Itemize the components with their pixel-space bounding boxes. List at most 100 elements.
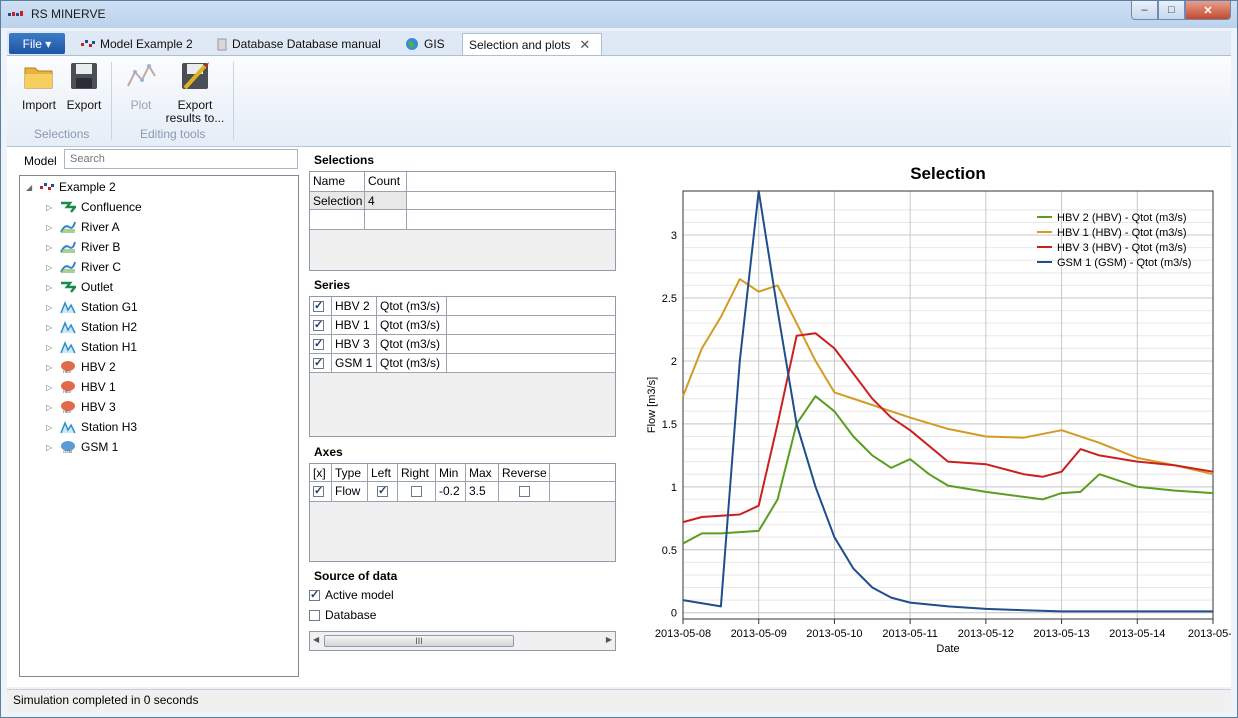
axes-left-cell[interactable] [368, 482, 398, 502]
series-variable-cell[interactable]: Qtot (m3/s) [377, 354, 447, 373]
scroll-thumb[interactable]: III [324, 635, 514, 647]
collapsed-arrow-icon[interactable]: ▷ [46, 303, 55, 312]
tab-model-example-2[interactable]: Model Example 2 [75, 33, 199, 55]
axes-grid[interactable]: [x] Type Left Right Min Max Reverse Flow… [309, 463, 616, 562]
collapsed-arrow-icon[interactable]: ▷ [46, 343, 55, 352]
tree-item[interactable]: ▷ GSM GSM 1 [46, 438, 118, 456]
tree-item[interactable]: ▷ HBV HBV 3 [46, 398, 116, 416]
axes-header-right[interactable]: Right [398, 464, 436, 482]
series-variable-cell[interactable]: Qtot (m3/s) [377, 335, 447, 354]
column-header-name[interactable]: Name [310, 172, 365, 192]
axes-header-type[interactable]: Type [332, 464, 368, 482]
file-menu-button[interactable]: File ▾ [9, 33, 65, 54]
axes-max-cell[interactable]: 3.5 [466, 482, 499, 502]
checkbox-unchecked-icon[interactable] [309, 609, 320, 621]
import-button[interactable]: Import [19, 60, 59, 112]
checkbox-unchecked-icon[interactable] [411, 486, 422, 498]
expanded-arrow-icon[interactable]: ◢ [26, 183, 35, 192]
tree-item[interactable]: ▷ River B [46, 238, 120, 256]
series-row-select[interactable] [310, 354, 332, 373]
collapsed-arrow-icon[interactable]: ▷ [46, 423, 55, 432]
collapsed-arrow-icon[interactable]: ▷ [46, 223, 55, 232]
scroll-left-arrow-icon[interactable]: ◀ [313, 635, 319, 644]
series-variable-cell[interactable]: Qtot (m3/s) [377, 316, 447, 335]
axes-row-select[interactable] [310, 482, 332, 502]
tree-item[interactable]: ▷ River C [46, 258, 121, 276]
collapsed-arrow-icon[interactable]: ▷ [46, 383, 55, 392]
checkbox-checked-icon[interactable] [313, 318, 324, 332]
tab-database[interactable]: Database Database manual [211, 33, 387, 55]
axes-header-reverse[interactable]: Reverse [499, 464, 550, 482]
flow-chart[interactable]: Selection 0 0.5 1 1.5 2 2.5 3 2013-05-08 2013-05-… [633, 147, 1231, 677]
collapsed-arrow-icon[interactable]: ▷ [46, 403, 55, 412]
tab-close-icon[interactable]: ✕ [579, 37, 590, 53]
checkbox-checked-icon[interactable] [313, 337, 324, 351]
checkbox-unchecked-icon[interactable] [518, 486, 530, 498]
series-name-cell[interactable]: HBV 3 [332, 335, 377, 354]
scroll-right-arrow-icon[interactable]: ▶ [606, 635, 612, 644]
checkbox-checked-icon[interactable] [313, 356, 324, 370]
selections-grid[interactable]: Name Count Selection 4 [309, 171, 616, 271]
tree-item[interactable]: ▷ HBV HBV 1 [46, 378, 116, 396]
series-row-select[interactable] [310, 316, 332, 335]
selection-name-cell[interactable]: Selection [310, 192, 365, 210]
collapsed-arrow-icon[interactable]: ▷ [46, 283, 55, 292]
series-name-cell[interactable]: HBV 2 [332, 297, 377, 316]
export-results-button[interactable]: Export results to... [162, 60, 228, 125]
series-grid[interactable]: HBV 2Qtot (m3/s)HBV 1Qtot (m3/s)HBV 3Qto… [309, 296, 616, 437]
tree-item[interactable]: ▷ Station H2 [46, 318, 137, 336]
checkbox-checked-icon[interactable] [313, 299, 324, 313]
series-row-select[interactable] [310, 335, 332, 354]
axes-min-cell[interactable]: -0.2 [436, 482, 466, 502]
export-button[interactable]: Export [64, 60, 104, 112]
collapsed-arrow-icon[interactable]: ▷ [46, 203, 55, 212]
minimize-button[interactable]: – [1131, 1, 1158, 20]
database-option[interactable]: Database [309, 608, 376, 622]
model-search-input[interactable] [64, 149, 298, 169]
active-model-option[interactable]: Active model [309, 588, 394, 602]
checkbox-checked-icon[interactable] [309, 588, 320, 601]
checkbox-checked-icon[interactable] [313, 484, 324, 498]
tree-root-item[interactable]: ◢ Example 2 [26, 178, 116, 196]
axes-header-min[interactable]: Min [436, 464, 466, 482]
title-bar[interactable]: RS MINERVE – □ ✕ [1, 1, 1237, 28]
axes-reverse-cell[interactable] [499, 482, 550, 502]
tree-item-label: Station G1 [81, 300, 138, 314]
tree-item[interactable]: ▷ Outlet [46, 278, 113, 296]
maximize-button[interactable]: □ [1158, 1, 1185, 20]
axes-type-cell[interactable]: Flow [332, 482, 368, 502]
plot-button[interactable]: Plot [121, 60, 161, 112]
tree-item[interactable]: ▷ Station H1 [46, 338, 137, 356]
collapsed-arrow-icon[interactable]: ▷ [46, 323, 55, 332]
selection-count-cell[interactable]: 4 [365, 192, 407, 210]
export-results-icon [182, 62, 209, 90]
checkbox-checked-icon[interactable] [377, 484, 388, 498]
series-row-select[interactable] [310, 297, 332, 316]
column-header-count[interactable]: Count [365, 172, 407, 192]
tree-item[interactable]: ▷ Station H3 [46, 418, 137, 436]
new-row-cell[interactable] [365, 210, 407, 230]
tree-item[interactable]: ▷ HBV HBV 2 [46, 358, 116, 376]
collapsed-arrow-icon[interactable]: ▷ [46, 443, 55, 452]
source-horizontal-scrollbar[interactable]: ◀ III ▶ [309, 631, 616, 651]
new-row-cell[interactable] [310, 210, 365, 230]
axes-header-left[interactable]: Left [368, 464, 398, 482]
model-tree[interactable]: ◢ Example 2 ▷ Confluence ▷ River A ▷ River B ▷… [19, 175, 299, 677]
axes-header-select[interactable]: [x] [310, 464, 332, 482]
tree-item[interactable]: ▷ Station G1 [46, 298, 138, 316]
tree-item[interactable]: ▷ River A [46, 218, 120, 236]
series-name-cell[interactable]: GSM 1 [332, 354, 377, 373]
row-filler [407, 210, 615, 230]
tree-item-label: River A [81, 220, 120, 234]
axes-header-max[interactable]: Max [466, 464, 499, 482]
tab-gis[interactable]: GIS [399, 33, 451, 55]
tree-item[interactable]: ▷ Confluence [46, 198, 142, 216]
series-name-cell[interactable]: HBV 1 [332, 316, 377, 335]
tab-selection-and-plots[interactable]: Selection and plots ✕ [462, 33, 602, 55]
collapsed-arrow-icon[interactable]: ▷ [46, 363, 55, 372]
collapsed-arrow-icon[interactable]: ▷ [46, 263, 55, 272]
close-button[interactable]: ✕ [1185, 1, 1231, 20]
series-variable-cell[interactable]: Qtot (m3/s) [377, 297, 447, 316]
collapsed-arrow-icon[interactable]: ▷ [46, 243, 55, 252]
axes-right-cell[interactable] [398, 482, 436, 502]
